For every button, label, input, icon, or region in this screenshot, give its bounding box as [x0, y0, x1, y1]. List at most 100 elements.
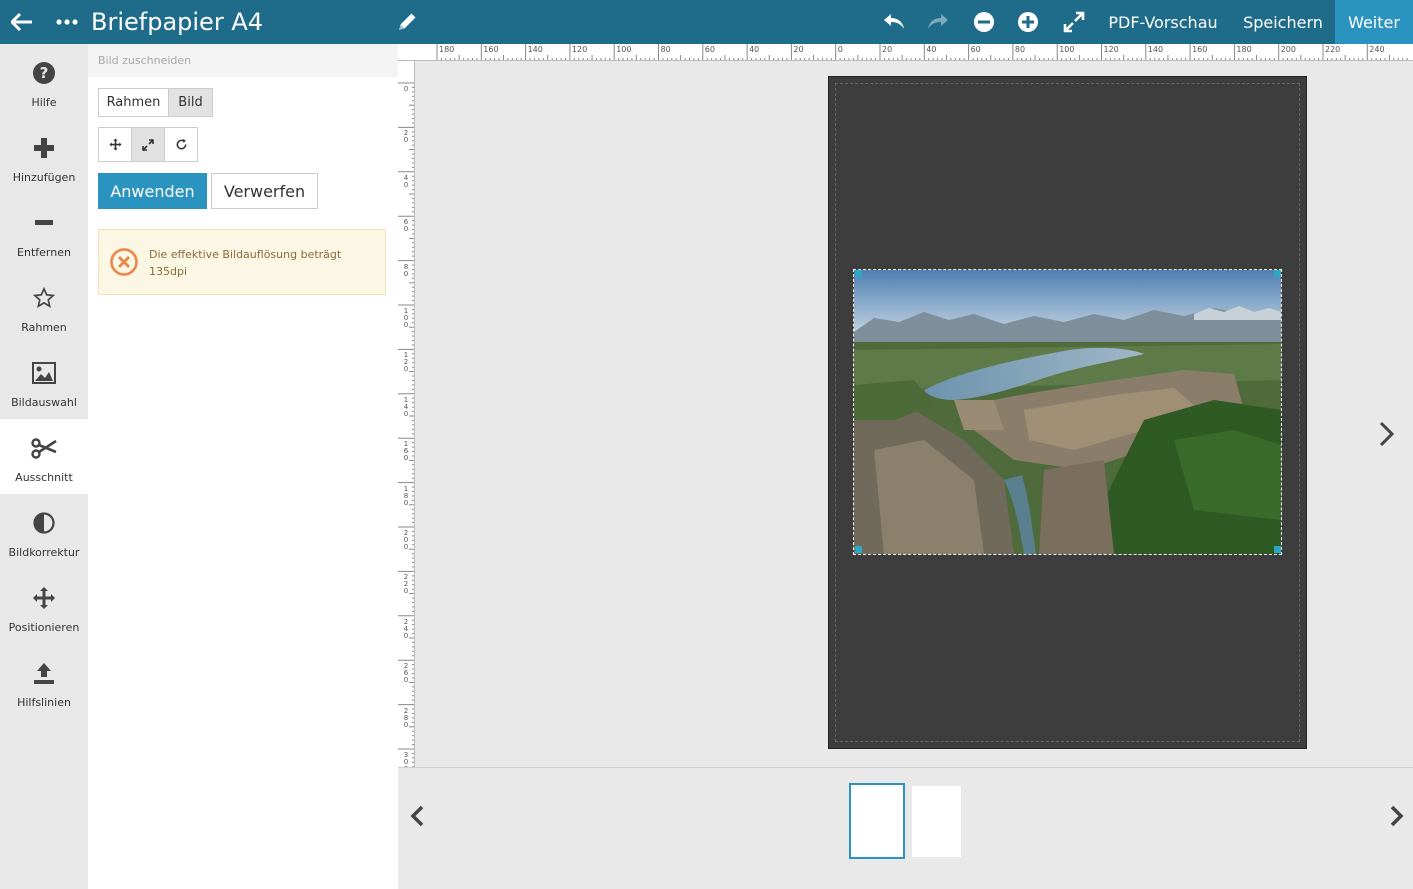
ruler-tick-label: 180 [403, 484, 409, 507]
pencil-icon [399, 13, 416, 30]
chevron-right-icon [1390, 805, 1404, 827]
horizontal-ruler: 180 160 140 120 100 80 60 40 20 0 20 40 60 80 100 120 14… [398, 44, 1413, 61]
ruler-tick-label: 40 [749, 45, 760, 54]
plus-icon [34, 138, 54, 158]
svg-text:?: ? [40, 64, 49, 82]
ruler-tick-label: 20 [403, 129, 409, 145]
document-title[interactable]: Briefpapier A4 [91, 8, 263, 36]
sidebar-item-image-correction[interactable]: Bildkorrektur [0, 494, 88, 569]
ruler-tick-label: 60 [403, 218, 409, 234]
pdf-preview-button[interactable]: PDF-Vorschau [1100, 0, 1226, 44]
ruler-tick-label: 160 [483, 45, 499, 54]
discard-button[interactable]: Verwerfen [211, 173, 318, 209]
sidebar-item-label: Hilfe [31, 96, 57, 109]
help-icon: ? [33, 62, 55, 84]
rotate-icon [176, 138, 186, 150]
ruler-tick-label: 200 [1280, 45, 1296, 54]
move-icon [109, 138, 121, 151]
fullscreen-button[interactable] [1056, 0, 1092, 44]
sidebar-item-label: Ausschnitt [15, 471, 73, 484]
segment-image[interactable]: Bild [168, 88, 213, 117]
thumbnails-next-button[interactable] [1386, 804, 1406, 832]
sidebar-item-label: Positionieren [8, 621, 80, 634]
page-thumbnail-1[interactable] [849, 783, 905, 859]
ruler-tick-label: 80 [403, 262, 409, 278]
segment-frame[interactable]: Rahmen [98, 88, 169, 117]
ruler-tick-label: 140 [527, 45, 543, 54]
sidebar-item-crop[interactable]: Ausschnitt [0, 419, 88, 494]
resize-tool-button[interactable] [131, 127, 165, 162]
ruler-tick-label: 20 [793, 45, 804, 54]
sidebar-item-position[interactable]: Positionieren [0, 569, 88, 644]
ruler-tick-label: 240 [403, 617, 409, 640]
ruler-tick-label: 40 [403, 173, 409, 189]
back-button[interactable] [0, 0, 44, 44]
sidebar-item-image-selection[interactable]: Bildauswahl [0, 344, 88, 419]
redo-button[interactable] [920, 0, 956, 44]
resize-icon [142, 138, 154, 151]
ruler-tick-label: 120 [403, 351, 409, 374]
sidebar-item-guides[interactable]: Hilfslinien [0, 644, 88, 719]
image-icon [32, 362, 56, 384]
sidebar-item-help[interactable]: ? Hilfe [0, 44, 88, 119]
zoom-in-icon [1018, 12, 1038, 32]
ruler-tick-label: 20 [882, 45, 893, 54]
minus-icon [35, 220, 53, 225]
page-thumbnail-2[interactable] [912, 786, 961, 857]
chevron-right-icon [1379, 421, 1395, 447]
thumbnails-prev-button[interactable] [408, 804, 428, 832]
zoom-in-button[interactable] [1010, 0, 1046, 44]
ruler-tick-label: 240 [1369, 45, 1385, 54]
undo-icon [884, 14, 904, 29]
ruler-tick-label: 0 [837, 45, 843, 54]
sidebar-item-label: Bildauswahl [11, 396, 77, 409]
panel-title: Bild zuschneiden [98, 54, 192, 67]
crop-frame[interactable] [853, 269, 1282, 555]
next-page-button[interactable] [1376, 420, 1398, 452]
ruler-tick-label: 120 [1103, 45, 1119, 54]
page-thumbnail-strip [398, 767, 1413, 889]
sidebar-item-add[interactable]: Hinzufügen [0, 119, 88, 194]
save-button[interactable]: Speichern [1236, 0, 1330, 44]
ruler-tick-label: 160 [1192, 45, 1208, 54]
crop-handle-top-left[interactable] [855, 270, 862, 277]
crop-handle-top-right[interactable] [1274, 270, 1281, 277]
ruler-tick-label: 80 [660, 45, 671, 54]
more-button[interactable] [50, 0, 84, 44]
ruler-tick-label: 160 [403, 440, 409, 463]
ruler-tick-label: 180 [439, 45, 455, 54]
zoom-out-icon [974, 12, 994, 32]
sidebar-item-label: Bildkorrektur [8, 546, 80, 559]
ruler-tick-label: 200 [403, 529, 409, 551]
ruler-tick-label: 140 [1147, 45, 1164, 54]
next-button[interactable]: Weiter [1335, 0, 1413, 44]
vertical-ruler: 0 20 40 60 80 100 120 140 160 180 200 220 240 260 280 3… [398, 61, 415, 767]
crop-panel: Bild zuschneiden [88, 44, 398, 889]
redo-icon [928, 14, 948, 29]
move-tool-button[interactable] [98, 127, 132, 162]
apply-button[interactable]: Anwenden [98, 173, 207, 209]
sidebar-item-label: Entfernen [17, 246, 71, 259]
undo-button[interactable] [876, 0, 912, 44]
zoom-out-button[interactable] [966, 0, 1002, 44]
sidebar-item-label: Hinzufügen [12, 171, 76, 184]
move-icon [33, 587, 55, 609]
ruler-tick-label: 280 [403, 706, 409, 729]
edit-title-button[interactable] [390, 0, 424, 44]
ruler-tick-label: 0 [403, 85, 409, 93]
ruler-tick-label: 120 [571, 45, 588, 54]
sidebar-item-frame[interactable]: Rahmen [0, 269, 88, 344]
scissors-icon [31, 438, 57, 459]
crop-handle-bottom-left[interactable] [855, 546, 862, 553]
rotate-tool-button[interactable] [164, 127, 198, 162]
more-icon [56, 19, 78, 25]
crop-handle-bottom-right[interactable] [1274, 546, 1281, 553]
sidebar-item-remove[interactable]: Entfernen [0, 194, 88, 269]
ruler-tick-label: 100 [1059, 45, 1075, 54]
sidebar-item-label: Hilfslinien [17, 696, 71, 709]
ruler-tick-label: 60 [970, 45, 981, 54]
ruler-tick-label: 100 [616, 45, 632, 54]
panel-header: Bild zuschneiden [88, 44, 398, 77]
ruler-tick-label: 260 [403, 662, 409, 685]
sidebar-item-label: Rahmen [21, 321, 67, 334]
